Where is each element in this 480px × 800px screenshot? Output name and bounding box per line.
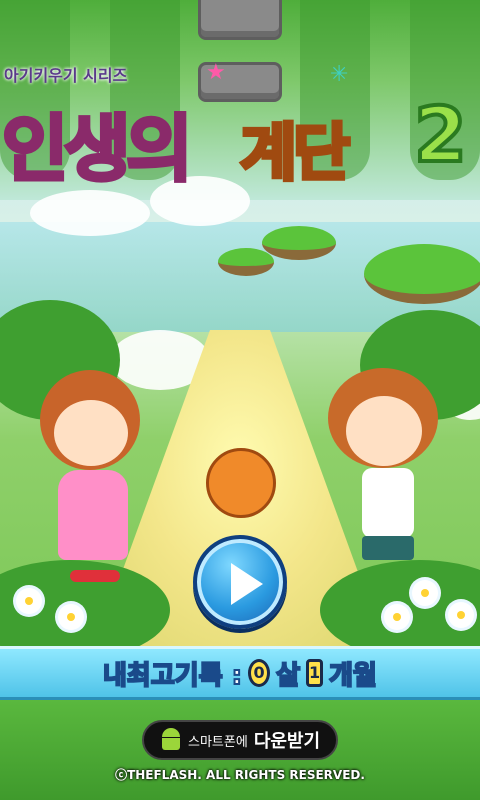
download-big-text: 다운받기 [253, 731, 321, 752]
download-small-text: 스마트폰에 [188, 734, 248, 750]
boy-face [346, 396, 422, 466]
best-record-bar: 내최고기록 : 0 살 1 개월 [0, 646, 480, 700]
title-part1: 인생의 [0, 105, 195, 193]
record-label: 내최고기록 : [102, 660, 243, 692]
copyright: ⓒTHEFLASH. ALL RIGHTS RESERVED. [115, 768, 365, 782]
floating-island [364, 244, 480, 304]
boy-character [328, 368, 438, 598]
flower [384, 604, 410, 630]
floating-island [218, 248, 274, 276]
title-part2: 계단 [238, 114, 352, 191]
record-months: 1 [306, 659, 324, 687]
game-title-screen: 아기키우기 시리즈 ★ ✳ 인생의 계단 2 내최고기록 : 0 살 1 개월 [0, 0, 480, 800]
star-icon: ★ [206, 60, 226, 85]
stone-step [198, 0, 282, 40]
girl-face [54, 400, 128, 466]
play-button[interactable] [193, 535, 287, 629]
title-number: 2 [412, 88, 469, 181]
boy-shirt [362, 468, 414, 538]
download-button[interactable]: 스마트폰에 다운받기 [142, 720, 338, 760]
floating-island [262, 226, 336, 260]
sparkle-icon: ✳ [330, 62, 349, 87]
record-years-unit: 살 [275, 660, 301, 692]
player-character [206, 448, 276, 518]
boy-shorts [362, 536, 414, 560]
flower [412, 580, 438, 606]
flower [16, 588, 42, 614]
girl-character [40, 370, 150, 590]
play-icon [231, 563, 263, 605]
series-label: 아기키우기 시리즈 [4, 66, 128, 85]
game-title: 인생의 계단 2 [0, 88, 472, 200]
girl-shoes [70, 570, 120, 582]
record-years: 0 [248, 659, 271, 687]
flower [448, 602, 474, 628]
record-months-unit: 개월 [328, 660, 378, 692]
android-icon [160, 728, 182, 752]
girl-dress [58, 470, 128, 560]
flower [58, 604, 84, 630]
